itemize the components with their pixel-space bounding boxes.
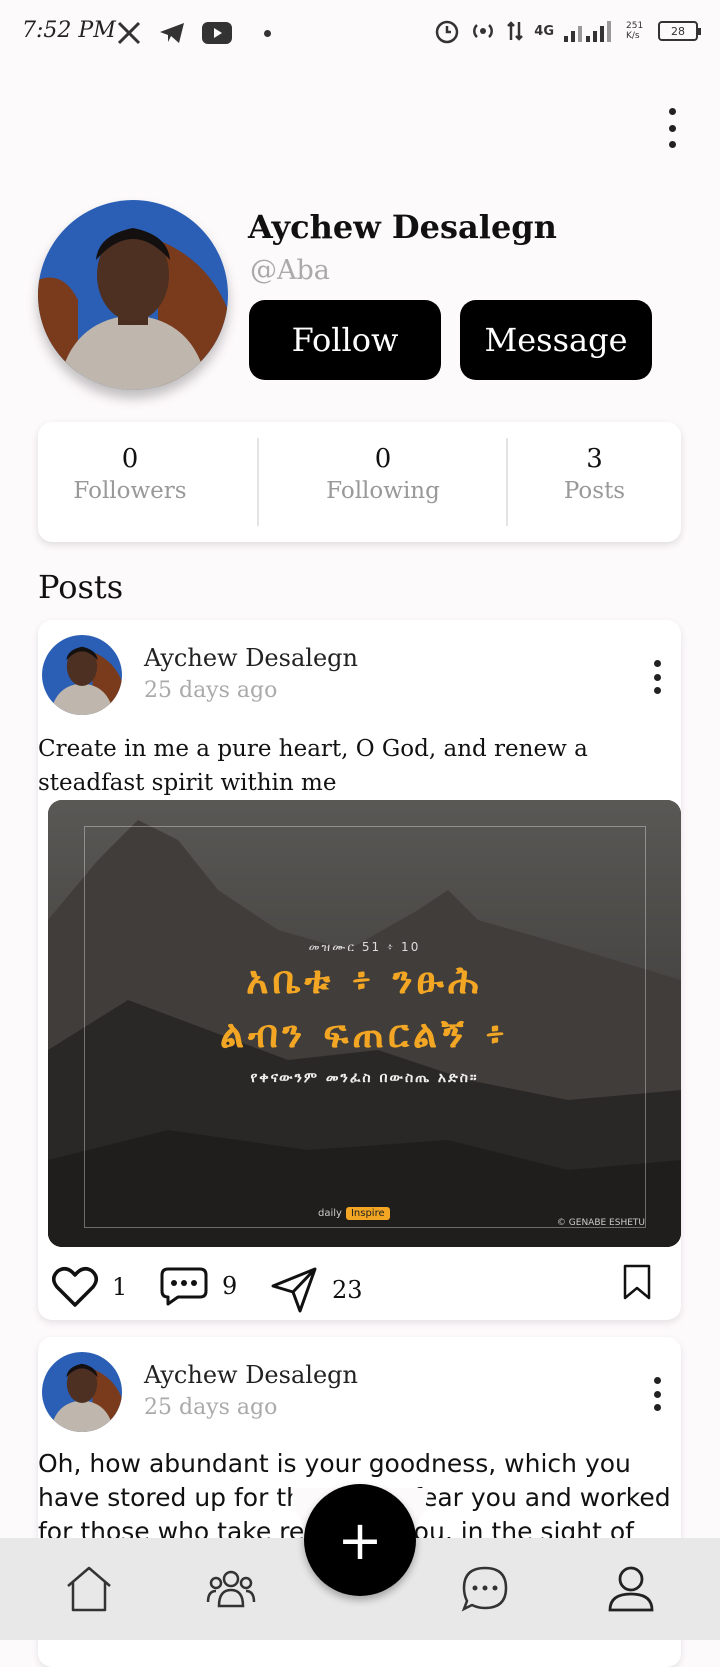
status-bar: 7:52 PM 4G 251 K/s 28 [0,0,720,72]
image-subtitle: የቀናውንም መንፈስ በውስጤ አድስ። [250,1070,479,1086]
menu-dot [653,660,661,667]
menu-dot [668,124,676,132]
image-title-line2: ልብን ፍጠርልኝ ፥ [219,1012,510,1056]
home-icon[interactable] [64,1564,114,1614]
comment-icon[interactable] [160,1266,208,1306]
followers-count: 0 [121,444,139,474]
bookmark-action[interactable] [622,1264,652,1300]
image-brand-tag: Inspire [345,1207,390,1220]
avatar-image [42,1352,122,1432]
bookmark-icon[interactable] [622,1264,652,1300]
like-action[interactable]: 1 [52,1266,127,1308]
image-verse-reference: መዝሙር 51 ፥ 10 [308,940,421,954]
post-card: Aychew Desalegn 25 days ago Create in me… [38,620,681,1320]
image-brand: daily Inspire [318,1207,390,1220]
data-transfer-icon [507,21,524,41]
profile-menu-button[interactable] [660,108,684,148]
send-icon[interactable] [270,1266,318,1314]
following-label: Following [326,478,440,504]
following-count: 0 [374,444,392,474]
menu-dot [653,1390,661,1398]
heart-icon[interactable] [52,1266,98,1308]
followers-label: Followers [73,478,187,504]
image-credit: © GENABE ESHETU [556,1218,645,1228]
post-author-avatar[interactable] [42,635,122,715]
network-type: 4G [534,23,554,39]
friends-icon[interactable] [206,1564,256,1614]
post-timestamp: 25 days ago [144,678,278,703]
post-author-name[interactable]: Aychew Desalegn [144,1361,358,1389]
share-count: 23 [332,1276,363,1304]
menu-dot [653,673,661,681]
telegram-icon [160,23,184,43]
profile-stats-card: 0 Followers 0 Following 3 Posts [38,422,681,542]
menu-dot [653,1377,661,1384]
followers-stat[interactable]: 0 Followers [38,444,222,504]
follow-button[interactable]: Follow [249,300,441,380]
message-button[interactable]: Message [460,300,652,380]
profile-name: Aychew Desalegn [248,208,557,246]
stat-divider [257,438,259,526]
menu-dot [668,108,676,115]
x-icon [117,21,141,45]
posts-label: Posts [563,478,626,504]
status-time: 7:52 PM [22,18,116,43]
posts-section-title: Posts [38,568,124,606]
battery-icon: 28 [658,21,701,41]
status-system-icons: 4G 251 K/s 28 [434,18,701,44]
posts-stat[interactable]: 3 Posts [508,444,681,504]
more-notifications-dot [264,29,271,37]
profile-avatar[interactable] [38,200,228,390]
posts-count: 3 [586,444,603,474]
menu-dot [653,1404,661,1411]
signal-icon [564,21,611,42]
add-icon: + [337,1508,383,1572]
menu-dot [668,141,676,148]
comment-action[interactable]: 9 [160,1266,237,1306]
alarm-icon [436,20,459,44]
youtube-icon [202,22,232,44]
status-notification-icons [116,20,271,46]
post-author-avatar[interactable] [42,1352,122,1432]
avatar-image [42,635,122,715]
following-stat[interactable]: 0 Following [260,444,506,504]
comment-count: 9 [222,1272,238,1300]
post-actions: 1 9 23 [38,1262,681,1318]
post-image[interactable]: መዝሙር 51 ፥ 10 አቤቱ ፥ ንፁሕ ልብን ፍጠርልኝ ፥ የቀናውን… [48,800,681,1247]
share-action[interactable]: 23 [270,1266,363,1314]
post-text: Create in me a pure heart, O God, and re… [38,736,588,796]
post-menu-button[interactable] [650,1377,664,1411]
image-brand-prefix: daily [318,1208,342,1219]
add-post-button[interactable]: + [304,1484,416,1596]
image-title-line1: አቤቱ ፥ ንፁሕ [246,958,483,1002]
post-menu-button[interactable] [650,660,664,694]
like-count: 1 [112,1273,128,1301]
chat-icon[interactable] [460,1564,510,1614]
menu-dot [653,687,661,694]
profile-handle: @Aba [250,255,330,286]
hotspot-icon [473,24,494,38]
network-speed: 251 K/s [626,21,644,41]
profile-icon[interactable] [606,1564,656,1614]
post-timestamp: 25 days ago [144,1395,278,1420]
avatar-image [38,200,228,390]
post-author-name[interactable]: Aychew Desalegn [144,644,358,672]
